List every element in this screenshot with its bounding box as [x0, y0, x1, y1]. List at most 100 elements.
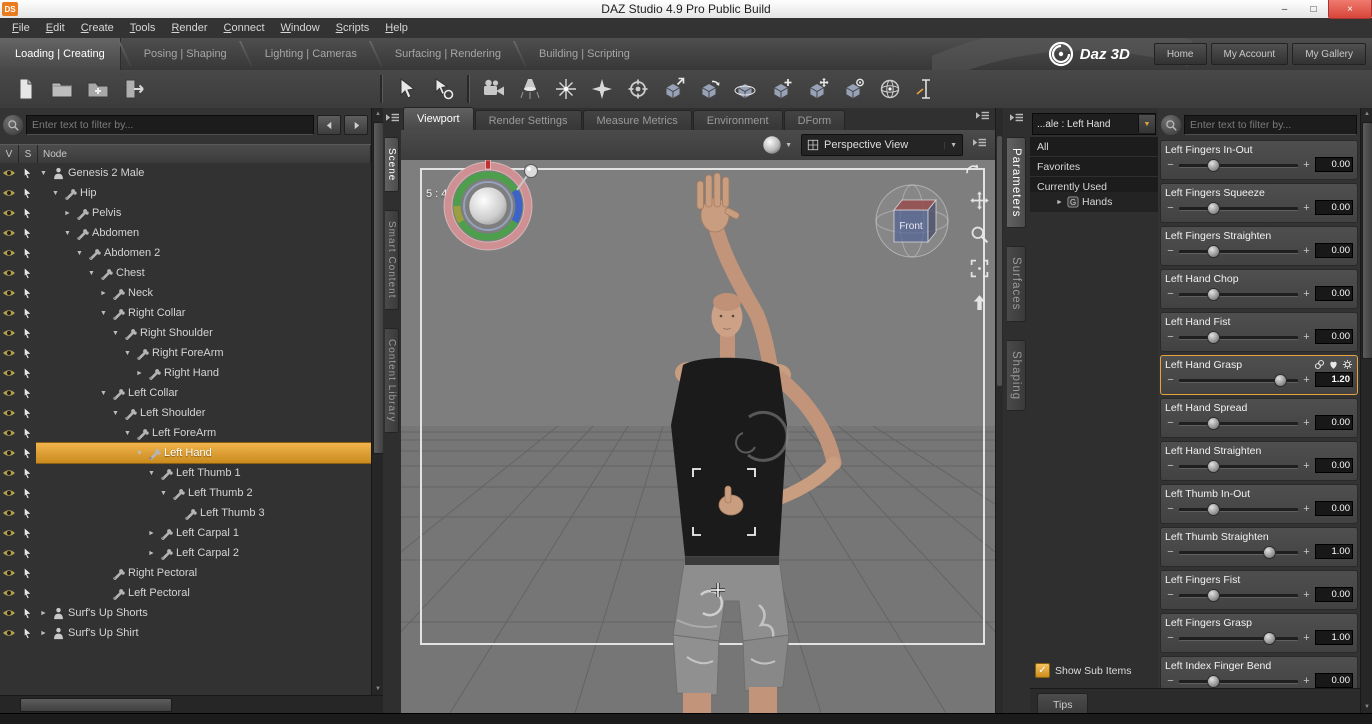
camera-tool-icon[interactable] — [479, 74, 509, 104]
visibility-icon[interactable] — [0, 427, 18, 439]
column-visibility[interactable]: V — [0, 145, 19, 163]
increment-button[interactable]: + — [1301, 459, 1312, 473]
measure-tool-icon[interactable] — [911, 74, 941, 104]
slider-track[interactable] — [1179, 329, 1298, 345]
slider-handle[interactable] — [1207, 201, 1221, 215]
decrement-button[interactable]: − — [1165, 373, 1176, 387]
scene-node-left-hand[interactable]: ▼ Left Hand — [36, 442, 371, 464]
slider-handle[interactable] — [1207, 502, 1221, 516]
visibility-icon[interactable] — [0, 507, 18, 519]
increment-button[interactable]: + — [1301, 674, 1312, 688]
decrement-button[interactable]: − — [1165, 158, 1176, 172]
decrement-button[interactable]: − — [1165, 545, 1176, 559]
camera-selector[interactable]: Perspective View ▼ — [801, 134, 963, 156]
close-button[interactable]: × — [1328, 0, 1372, 19]
rotate-tool-icon[interactable] — [695, 74, 725, 104]
decrement-button[interactable]: − — [1165, 502, 1176, 516]
right-dock-tab-parameters[interactable]: Parameters — [1007, 137, 1026, 229]
slider-value[interactable]: 1.20 — [1315, 372, 1353, 387]
expander-icon[interactable]: ▼ — [62, 230, 73, 237]
scope-selector[interactable]: ...ale : Left Hand ▼ — [1032, 113, 1156, 135]
slider-value[interactable]: 0.00 — [1315, 501, 1353, 516]
visibility-icon[interactable] — [0, 587, 18, 599]
decrement-button[interactable]: − — [1165, 416, 1176, 430]
scene-filter-input[interactable] — [26, 115, 314, 135]
slider-handle[interactable] — [1207, 287, 1221, 301]
distant-light-tool-icon[interactable] — [587, 74, 617, 104]
slider-track[interactable] — [1179, 157, 1298, 173]
import-file-icon[interactable] — [119, 74, 149, 104]
sliders-filter-input[interactable] — [1184, 115, 1357, 135]
menu-file[interactable]: File — [4, 22, 38, 34]
increment-button[interactable]: + — [1301, 502, 1312, 516]
visibility-icon[interactable] — [0, 407, 18, 419]
slider-value[interactable]: 1.00 — [1315, 630, 1353, 645]
viewport-tab-viewport[interactable]: Viewport — [403, 107, 474, 130]
search-icon[interactable] — [3, 115, 23, 135]
activity-tab-lighting-cameras[interactable]: Lighting | Cameras — [250, 38, 372, 70]
genesis-figure[interactable] — [631, 165, 861, 713]
visibility-icon[interactable] — [0, 627, 18, 639]
slider-handle[interactable] — [1263, 631, 1277, 645]
visibility-icon[interactable] — [0, 447, 18, 459]
left-dock-tab-smart-content[interactable]: Smart Content — [385, 210, 399, 310]
scene-node-neck[interactable]: ► Neck — [36, 283, 371, 303]
search-icon[interactable] — [1161, 115, 1181, 135]
scene-node-left-carpal-2[interactable]: ► Left Carpal 2 — [36, 543, 371, 563]
visibility-icon[interactable] — [0, 387, 18, 399]
increment-button[interactable]: + — [1301, 244, 1312, 258]
slider-track[interactable] — [1179, 673, 1298, 689]
slider-track[interactable] — [1179, 372, 1298, 388]
scene-navigator-tool-icon[interactable] — [875, 74, 905, 104]
selectability-icon[interactable] — [18, 467, 36, 479]
scene-node-chest[interactable]: ▼ Chest — [36, 263, 371, 283]
translate-tool-icon[interactable] — [659, 74, 689, 104]
scene-node-left-pectoral[interactable]: Left Pectoral — [36, 583, 371, 603]
my-account-button[interactable]: My Account — [1210, 43, 1289, 65]
selectability-icon[interactable] — [18, 487, 36, 499]
scene-horizontal-scrollbar[interactable] — [0, 695, 383, 714]
activity-tab-loading-creating[interactable]: Loading | Creating — [0, 38, 121, 70]
scene-node-right-hand[interactable]: ► Right Hand — [36, 363, 371, 383]
slider-value[interactable]: 0.00 — [1315, 286, 1353, 301]
decrement-button[interactable]: − — [1165, 330, 1176, 344]
activity-tab-building-scripting[interactable]: Building | Scripting — [524, 38, 645, 70]
increment-button[interactable]: + — [1301, 416, 1312, 430]
scene-node-hip[interactable]: ▼ Hip — [36, 183, 371, 203]
scene-node-right-shoulder[interactable]: ▼ Right Shoulder — [36, 323, 371, 343]
scene-node-genesis-2-male[interactable]: ▼ Genesis 2 Male — [36, 163, 371, 183]
scene-node-left-thumb-3[interactable]: Left Thumb 3 — [36, 503, 371, 523]
selectability-icon[interactable] — [18, 167, 36, 179]
visibility-icon[interactable] — [0, 467, 18, 479]
scene-node-right-forearm[interactable]: ▼ Right ForeArm — [36, 343, 371, 363]
settings-icon[interactable] — [1342, 359, 1353, 370]
selectability-icon[interactable] — [18, 347, 36, 359]
sliders-scrollbar[interactable]: ▲ ▼ — [1360, 108, 1372, 713]
pin-icon[interactable] — [513, 162, 541, 192]
decrement-button[interactable]: − — [1165, 631, 1176, 645]
expander-icon[interactable]: ▼ — [134, 450, 145, 457]
maximize-button[interactable]: □ — [1299, 0, 1328, 18]
orbit-tool-icon[interactable] — [731, 74, 761, 104]
slider-track[interactable] — [1179, 415, 1298, 431]
slider-handle[interactable] — [1207, 330, 1221, 344]
visibility-icon[interactable] — [0, 227, 18, 239]
visibility-icon[interactable] — [0, 167, 18, 179]
expander-icon[interactable]: ▼ — [98, 310, 109, 317]
filter-next-button[interactable] — [344, 115, 368, 135]
slider-value[interactable]: 0.00 — [1315, 200, 1353, 215]
viewport-tab-measure-metrics[interactable]: Measure Metrics — [582, 110, 692, 130]
decrement-button[interactable]: − — [1165, 588, 1176, 602]
favorite-icon[interactable] — [1328, 359, 1339, 370]
scene-node-pelvis[interactable]: ► Pelvis — [36, 203, 371, 223]
slider-value[interactable]: 0.00 — [1315, 587, 1353, 602]
visibility-icon[interactable] — [0, 187, 18, 199]
slider-handle[interactable] — [1207, 158, 1221, 172]
expander-icon[interactable]: ▼ — [38, 170, 49, 177]
selectability-icon[interactable] — [18, 447, 36, 459]
slider-track[interactable] — [1179, 200, 1298, 216]
slider-handle[interactable] — [1207, 459, 1221, 473]
menu-help[interactable]: Help — [377, 22, 416, 34]
selectability-icon[interactable] — [18, 307, 36, 319]
decrement-button[interactable]: − — [1165, 201, 1176, 215]
